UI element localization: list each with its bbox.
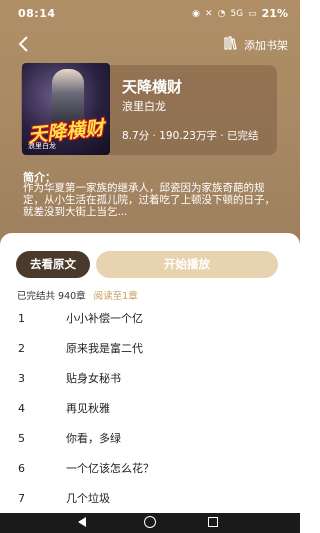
chapter-number: 4 <box>18 401 25 415</box>
battery-level: 21% <box>261 7 288 20</box>
book-author[interactable]: 浪里白龙 <box>122 98 166 114</box>
book-title: 天降横财 <box>122 78 183 96</box>
nav-home-icon[interactable] <box>144 516 156 528</box>
status-time: 08:14 <box>18 7 56 20</box>
back-arrow-icon[interactable] <box>14 34 34 54</box>
mute-icon: ✕ <box>205 8 213 19</box>
chapter-name: 小小补偿一个亿 <box>66 312 143 325</box>
chapter-item[interactable]: 6 一个亿该怎么花？ <box>0 453 300 483</box>
chapter-item[interactable]: 2 原来我是富二代 <box>0 333 300 363</box>
chapter-item[interactable]: 7 几个垃圾 <box>0 483 300 513</box>
book-meta: 8.7分 · 190.23万字 · 已完结 <box>122 130 259 142</box>
view-original-button[interactable]: 去看原文 <box>16 251 90 278</box>
status-icons: ◉ ✕ ◔ 5G ▭ 21% <box>192 7 288 20</box>
book-cover[interactable]: 天降横财 浪里白龙 <box>22 63 110 155</box>
cover-author: 浪里白龙 <box>28 142 56 150</box>
chapter-number: 1 <box>18 311 25 325</box>
status-bar: 08:14 ◉ ✕ ◔ 5G ▭ 21% <box>0 0 300 28</box>
start-playing-button[interactable]: 开始播放 <box>96 251 278 278</box>
chapter-item[interactable]: 4 再见秋雅 <box>0 393 300 423</box>
chapter-name: 一个亿该怎么花？ <box>66 462 154 475</box>
read-progress-link[interactable]: 阅读至1章 <box>94 291 138 302</box>
bookshelf-icon <box>224 36 240 53</box>
add-to-shelf-button[interactable]: 添加书架 <box>224 36 288 53</box>
add-to-shelf-label: 添加书架 <box>244 38 288 52</box>
chapter-summary: 已完结共 940章 <box>17 291 86 302</box>
battery-icon: ▭ <box>248 8 257 19</box>
chapter-name: 几个垃圾 <box>66 492 110 505</box>
nav-recent-apps-icon[interactable] <box>208 517 218 527</box>
chapter-info: 已完结共 940章 阅读至1章 <box>17 288 138 302</box>
eye-icon: ◉ <box>192 8 201 19</box>
chapter-item[interactable]: 5 你看，多绿 <box>0 423 300 453</box>
chapter-number: 7 <box>18 491 25 505</box>
chapter-name: 贴身女秘书 <box>66 372 121 385</box>
chapter-list: 1 小小补偿一个亿 2 原来我是富二代 3 贴身女秘书 4 再见秋雅 5 你看，… <box>0 303 300 513</box>
wifi-icon: ◔ <box>217 8 226 19</box>
chapter-item[interactable]: 1 小小补偿一个亿 <box>0 303 300 333</box>
intro-text[interactable]: 作为华夏第一家族的继承人，邱瓷因为家族奇葩的规定，从小生活在孤儿院，过着吃了上顿… <box>23 182 275 218</box>
chapter-number: 6 <box>18 461 25 475</box>
system-nav-bar <box>0 513 300 533</box>
chapter-number: 2 <box>18 341 25 355</box>
chapter-number: 5 <box>18 431 25 445</box>
chapter-name: 你看，多绿 <box>66 432 121 445</box>
chapter-name: 原来我是富二代 <box>66 342 143 355</box>
chapter-item[interactable]: 3 贴身女秘书 <box>0 363 300 393</box>
chapter-number: 3 <box>18 371 25 385</box>
signal-label: 5G <box>230 8 244 19</box>
chapter-name: 再见秋雅 <box>66 402 110 415</box>
nav-back-icon[interactable] <box>78 517 86 527</box>
